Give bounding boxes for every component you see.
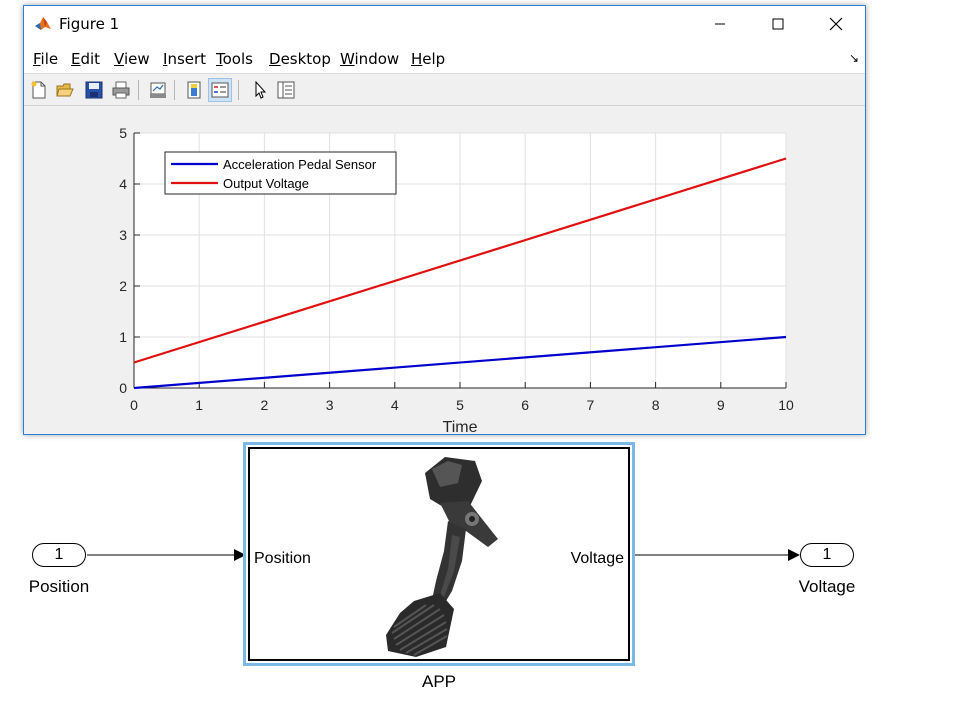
y-tick-label: 2: [119, 278, 127, 294]
window-title: Figure 1: [59, 15, 120, 33]
figure-toolbar: [24, 74, 865, 106]
new-figure-button[interactable]: [27, 78, 51, 102]
close-icon: [829, 17, 843, 31]
save-button[interactable]: [82, 78, 106, 102]
inport-number: 1: [54, 546, 64, 563]
toolbar-separator: [238, 80, 239, 100]
x-tick-label: 4: [391, 397, 399, 413]
menu-insert[interactable]: Insert: [163, 50, 206, 68]
block-body: Position Voltage: [248, 447, 630, 661]
outport-number: 1: [822, 546, 832, 563]
x-tick-label: 5: [456, 397, 464, 413]
y-tick-label: 4: [119, 176, 127, 192]
toolbar-separator: [174, 80, 175, 100]
y-tick-label: 1: [119, 329, 127, 345]
title-bar[interactable]: Figure 1: [24, 6, 865, 42]
print-button[interactable]: [109, 78, 133, 102]
insert-colorbar-button[interactable]: [182, 78, 206, 102]
menu-tools[interactable]: Tools: [216, 50, 253, 68]
legend-label-2: Output Voltage: [223, 176, 309, 191]
menu-file[interactable]: File: [33, 50, 58, 68]
new-figure-icon: [31, 81, 46, 99]
plot-area: 0 1 2 3 4 5 6 7 8 9 10 0 1 2 3 4 5 Time Acceleration Pedal…: [24, 107, 865, 436]
block-input-port-label: Position: [254, 550, 311, 567]
edit-plot-button[interactable]: [248, 78, 272, 102]
menu-window[interactable]: Window: [340, 50, 399, 68]
y-tick-label: 0: [119, 380, 127, 396]
output-arrow-icon: [788, 549, 800, 561]
open-file-button[interactable]: [53, 78, 77, 102]
x-tick-label: 7: [587, 397, 595, 413]
block-output-port-label: Voltage: [570, 550, 624, 567]
outport-label: Voltage: [798, 577, 856, 596]
minimize-button[interactable]: [691, 6, 749, 42]
app-subsystem-block[interactable]: Position Voltage: [243, 442, 635, 666]
insert-legend-icon: [211, 82, 229, 98]
x-tick-label: 2: [261, 397, 269, 413]
inport-label: Position: [28, 577, 90, 596]
insert-legend-button[interactable]: [208, 78, 232, 102]
save-icon: [85, 81, 103, 99]
insert-colorbar-icon: [187, 81, 201, 99]
toolbar-separator: [138, 80, 139, 100]
edit-plot-pointer-icon: [255, 81, 267, 99]
minimize-icon: [715, 23, 725, 25]
dock-arrow-icon[interactable]: ↘: [849, 51, 859, 65]
accelerator-pedal-image: [386, 457, 498, 657]
menu-desktop[interactable]: Desktop: [269, 50, 331, 68]
menu-bar: File Edit View Insert Tools Desktop Wind…: [24, 42, 865, 74]
x-tick-label: 1: [195, 397, 203, 413]
simulink-diagram: 1 Position Position Voltage APP 1 Voltag…: [0, 436, 972, 704]
menu-help[interactable]: Help: [411, 50, 445, 68]
x-tick-label: 0: [130, 397, 138, 413]
print-icon: [112, 81, 130, 99]
x-tick-label: 8: [652, 397, 660, 413]
x-tick-label: 10: [778, 397, 794, 413]
close-button[interactable]: [807, 6, 865, 42]
property-inspector-button[interactable]: [274, 78, 298, 102]
link-plot-button[interactable]: [146, 78, 170, 102]
x-tick-label: 6: [521, 397, 529, 413]
menu-view[interactable]: View: [114, 50, 150, 68]
link-plot-icon: [150, 82, 166, 98]
figure-window: Figure 1 File Edit View Insert Tools Des…: [23, 5, 866, 436]
property-inspector-icon: [277, 81, 295, 99]
maximize-button[interactable]: [749, 6, 807, 42]
x-tick-label: 9: [717, 397, 725, 413]
x-tick-label: 3: [326, 397, 334, 413]
matlab-logo-icon: [35, 17, 51, 30]
y-tick-label: 3: [119, 227, 127, 243]
y-tick-label: 5: [119, 125, 127, 141]
block-name: APP: [421, 672, 457, 691]
outport-block[interactable]: 1: [800, 543, 854, 567]
inport-block[interactable]: 1: [32, 543, 86, 567]
open-file-icon: [56, 83, 74, 97]
x-axis-label: Time: [443, 419, 478, 434]
legend-label-1: Acceleration Pedal Sensor: [223, 157, 377, 172]
maximize-icon: [772, 18, 784, 30]
line-chart[interactable]: 0 1 2 3 4 5 6 7 8 9 10 0 1 2 3 4 5 Time Acceleration Pedal…: [24, 107, 865, 436]
menu-edit[interactable]: Edit: [71, 50, 100, 68]
